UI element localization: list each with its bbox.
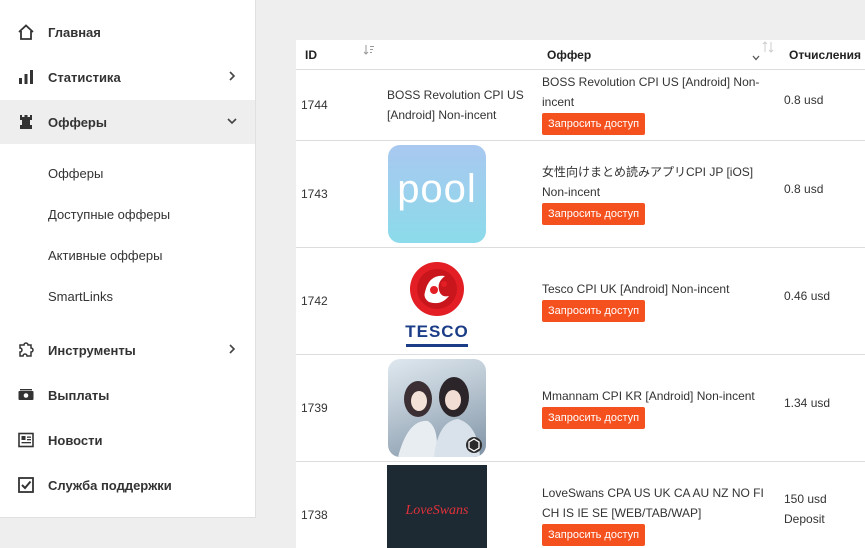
sidebar-item-tools[interactable]: Инструменты: [0, 328, 255, 372]
chevron-right-icon: [229, 71, 236, 81]
table-row[interactable]: 1743 pool 女性向けまとめ読みアプリCPI JP [iOS] Non-i…: [296, 141, 865, 248]
offer-thumbnail[interactable]: pool: [388, 145, 486, 243]
checkbox-icon: [18, 477, 34, 493]
sidebar-item-label: Инструменты: [48, 342, 136, 358]
tesco-underline: [406, 344, 468, 347]
money-icon: [18, 389, 34, 400]
offer-payout: 0.8 usd: [784, 93, 824, 107]
offer-payout: 0.8 usd: [784, 182, 824, 196]
table-row[interactable]: 1742 TESCO Tesco CPI UK [Android] Non-in…: [296, 248, 865, 355]
sidebar-item-label: Главная: [48, 24, 101, 40]
bar-chart-icon: [19, 70, 33, 84]
offer-id: 1743: [301, 187, 328, 201]
newspaper-icon: [18, 432, 34, 448]
offer-name[interactable]: 女性向けまとめ読みアプリCPI JP [iOS] Non-incent: [542, 162, 777, 202]
request-access-button[interactable]: Запросить доступ: [542, 113, 646, 135]
puzzle-icon: [19, 342, 34, 357]
offer-payout: 1.34 usd: [784, 396, 831, 410]
sidebar-item-news[interactable]: Новости: [0, 418, 255, 462]
offer-id: 1742: [301, 294, 328, 308]
table-row[interactable]: 1744 BOSS Revolution CPI US [Android] No…: [296, 70, 865, 141]
sidebar-subitem-offers[interactable]: Офферы: [48, 166, 103, 181]
sidebar-item-support[interactable]: Служба поддержки: [0, 463, 255, 507]
sidebar-item-statistics[interactable]: Статистика: [0, 55, 255, 99]
sidebar-item-label: Служба поддержки: [48, 477, 172, 493]
sidebar: Главная Статистика Офферы Офферы Доступн…: [0, 0, 256, 518]
tesco-logo-text: TESCO: [405, 322, 469, 341]
sidebar-subitem-smartlinks[interactable]: SmartLinks: [48, 289, 113, 304]
home-icon: [18, 24, 34, 40]
offer-name[interactable]: Mmannam CPI KR [Android] Non-incent: [542, 386, 777, 406]
offer-name[interactable]: LoveSwans CPA US UK CA AU NZ NO FI CH IS…: [542, 483, 777, 523]
column-header-id[interactable]: ID: [305, 40, 317, 69]
sidebar-item-offers[interactable]: Офферы: [0, 100, 255, 144]
request-access-button[interactable]: Запросить доступ: [542, 300, 646, 322]
chevron-right-icon: [229, 344, 236, 354]
offers-table: ID Оффер Отчисления 1744 BOSS Revolution…: [296, 40, 865, 548]
request-access-button[interactable]: Запросить доступ: [542, 524, 646, 546]
offer-thumbnail-text: BOSS Revolution CPI US [Android] Non-inc…: [387, 88, 524, 122]
chess-rook-icon: [20, 115, 32, 129]
offer-id: 1739: [301, 401, 328, 415]
sidebar-item-label: Офферы: [48, 114, 107, 130]
main-content: ID Оффер Отчисления 1744 BOSS Revolution…: [276, 0, 865, 548]
chevron-down-icon[interactable]: [751, 53, 761, 63]
sidebar-subitem-available-offers[interactable]: Доступные офферы: [48, 207, 170, 222]
chevron-down-icon: [227, 118, 237, 125]
column-header-payout[interactable]: Отчисления: [789, 40, 861, 69]
table-row[interactable]: 1739 Mmannam CPI KR [Android] Non-incent…: [296, 355, 865, 462]
tesco-logo-icon: [410, 262, 464, 316]
request-access-button[interactable]: Запросить доступ: [542, 203, 646, 225]
offer-thumbnail[interactable]: LoveSwans: [387, 465, 487, 548]
request-access-button[interactable]: Запросить доступ: [542, 407, 646, 429]
loveswans-logo-text: LoveSwans: [405, 503, 469, 518]
offer-name[interactable]: BOSS Revolution CPI US [Android] Non-inc…: [542, 72, 777, 112]
sidebar-item-label: Статистика: [48, 69, 121, 85]
column-header-offer[interactable]: Оффер: [547, 40, 591, 69]
offer-thumbnail[interactable]: TESCO: [388, 252, 486, 350]
game-art-icon: [398, 377, 482, 457]
offer-id: 1744: [301, 98, 328, 112]
sidebar-item-label: Новости: [48, 432, 103, 448]
offer-payout: 0.46 usd: [784, 289, 831, 303]
sidebar-item-label: Выплаты: [48, 387, 110, 403]
sort-icon[interactable]: [762, 40, 774, 54]
sidebar-item-home[interactable]: Главная: [0, 10, 255, 54]
offer-thumbnail[interactable]: [388, 359, 486, 457]
sidebar-subitem-active-offers[interactable]: Активные офферы: [48, 248, 162, 263]
pool-logo-text: pool: [397, 167, 477, 211]
table-row[interactable]: 1738 LoveSwans LoveSwans CPA US UK CA AU…: [296, 462, 865, 548]
offer-name[interactable]: Tesco CPI UK [Android] Non-incent: [542, 279, 777, 299]
sidebar-item-payouts[interactable]: Выплаты: [0, 373, 255, 417]
sort-desc-icon[interactable]: [363, 44, 375, 56]
offer-payout: 150 usd Deposit: [784, 492, 827, 526]
offer-id: 1738: [301, 508, 328, 522]
